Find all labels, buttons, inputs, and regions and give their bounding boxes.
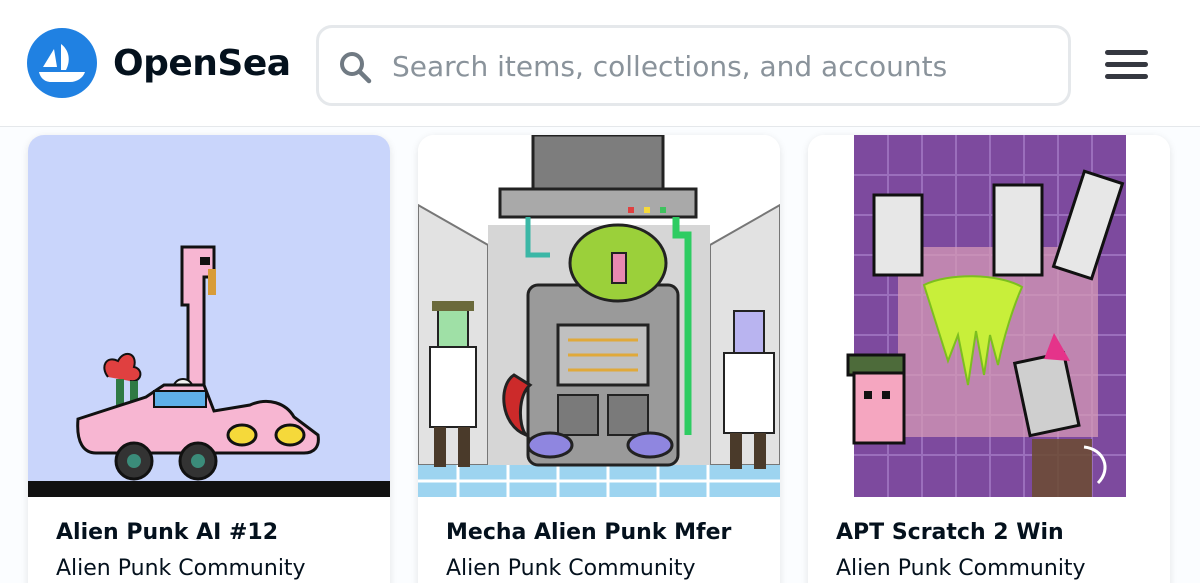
search-icon bbox=[340, 52, 372, 84]
nft-title[interactable]: Alien Punk AI #12 bbox=[56, 518, 278, 548]
hamburger-menu-icon[interactable] bbox=[1100, 42, 1154, 86]
search-input[interactable] bbox=[392, 46, 1052, 86]
top-navbar: OpenSea bbox=[0, 0, 1200, 127]
nft-card[interactable]: Alien Punk AI #12 Alien Punk Community bbox=[28, 135, 390, 583]
nft-card[interactable]: Mecha Alien Punk Mfer Alien Punk Communi… bbox=[418, 135, 780, 583]
nft-title[interactable]: Mecha Alien Punk Mfer bbox=[446, 518, 731, 548]
search-bar[interactable] bbox=[316, 25, 1071, 106]
nft-image[interactable] bbox=[808, 135, 1170, 497]
nft-card-grid: Alien Punk AI #12 Alien Punk Community M… bbox=[0, 127, 1200, 583]
nft-card[interactable]: APT Scratch 2 Win Alien Punk Community bbox=[808, 135, 1170, 583]
nft-image[interactable] bbox=[418, 135, 780, 497]
nft-title[interactable]: APT Scratch 2 Win bbox=[836, 518, 1064, 548]
nft-collection[interactable]: Alien Punk Community bbox=[56, 554, 306, 583]
brand-name[interactable]: OpenSea bbox=[113, 40, 291, 88]
nft-image[interactable] bbox=[28, 135, 390, 497]
nft-collection[interactable]: Alien Punk Community bbox=[446, 554, 696, 583]
nft-collection[interactable]: Alien Punk Community bbox=[836, 554, 1086, 583]
opensea-logo[interactable] bbox=[27, 28, 97, 98]
